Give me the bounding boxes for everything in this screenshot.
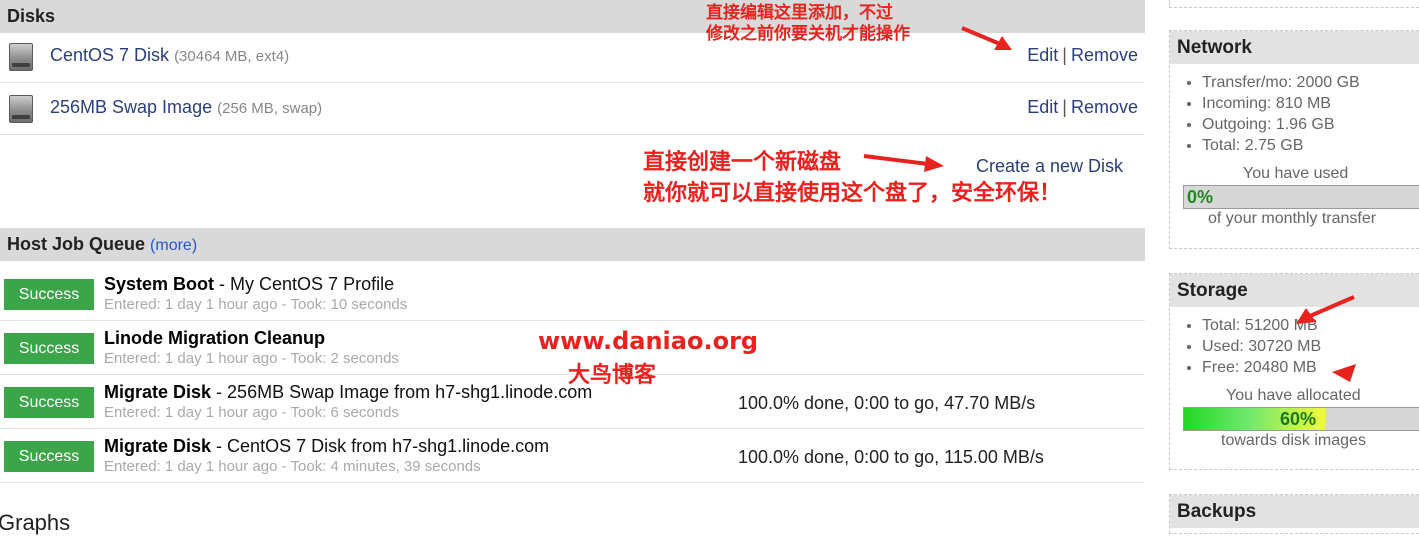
job-text: Linode Migration Cleanup Entered: 1 day … — [104, 328, 399, 367]
annotation-arrow-icon — [863, 154, 944, 172]
job-title-rest: - CentOS 7 Disk from h7-shg1.linode.com — [211, 436, 550, 456]
job-title-bold: Linode Migration Cleanup — [104, 328, 325, 348]
status-badge: Success — [4, 387, 94, 418]
disks-title: Disks — [7, 6, 56, 26]
disk-meta: (256 MB, swap) — [217, 100, 323, 117]
network-caption: of your monthly transfer — [1208, 210, 1377, 227]
sidebar-top-panel — [1169, 0, 1419, 8]
remove-disk-link[interactable]: Remove — [1071, 45, 1138, 65]
job-title: Linode Migration Cleanup — [104, 328, 399, 349]
action-separator: | — [1062, 97, 1067, 117]
transfer-percent: 0% — [1187, 187, 1214, 207]
status-badge: Success — [4, 333, 94, 364]
job-title-rest: - 256MB Swap Image from h7-shg1.linode.c… — [211, 382, 593, 402]
list-item: Incoming: 810 MB — [1202, 93, 1419, 114]
disk-name-link[interactable]: CentOS 7 Disk — [50, 45, 169, 65]
remove-disk-link[interactable]: Remove — [1071, 97, 1138, 117]
job-title-bold: Migrate Disk — [104, 436, 212, 456]
storage-caption: towards disk images — [1221, 432, 1366, 449]
edit-annotation: 直接编辑这里添加，不过 修改之前你要关机才能操作 — [706, 3, 910, 45]
edit-annotation-line1: 直接编辑这里添加，不过 — [706, 3, 893, 23]
status-badge: Success — [4, 279, 94, 310]
job-meta: Entered: 1 day 1 hour ago - Took: 2 seco… — [104, 350, 399, 367]
watermark-name: 大鸟博客 — [568, 362, 657, 388]
job-queue-title: Host Job Queue — [7, 234, 146, 254]
watermark-url: www.daniao.org — [538, 327, 759, 355]
job-row: Success Migrate Disk - CentOS 7 Disk fro… — [0, 429, 1145, 483]
edit-annotation-line2: 修改之前你要关机才能操作 — [706, 24, 910, 44]
job-title: Migrate Disk - 256MB Swap Image from h7-… — [104, 382, 592, 403]
storage-progress-bar: 60% — [1183, 407, 1419, 431]
backups-title: Backups — [1170, 495, 1419, 528]
create-annotation-line2: 就你就可以直接使用这个盘了，安全环保！ — [643, 180, 1062, 206]
list-item: Free: 20480 MB — [1202, 357, 1419, 378]
disk-name-link[interactable]: 256MB Swap Image — [50, 97, 212, 117]
backups-panel: Backups — [1169, 494, 1419, 534]
job-title-bold: Migrate Disk — [104, 382, 212, 402]
job-progress: 100.0% done, 0:00 to go, 115.00 MB/s — [738, 447, 1044, 467]
transfer-progress-bar: 0% — [1183, 185, 1419, 209]
list-item: Total: 2.75 GB — [1202, 135, 1419, 156]
job-row: Success System Boot - My CentOS 7 Profil… — [0, 267, 1145, 321]
create-annotation: 直接创建一个新磁盘 就你就可以直接使用这个盘了，安全环保！ — [643, 147, 1061, 209]
list-item: Transfer/mo: 2000 GB — [1202, 72, 1419, 93]
job-queue-header: Host Job Queue (more) — [0, 228, 1145, 261]
job-title: System Boot - My CentOS 7 Profile — [104, 274, 407, 295]
job-meta: Entered: 1 day 1 hour ago - Took: 4 minu… — [104, 458, 481, 475]
job-progress: 100.0% done, 0:00 to go, 47.70 MB/s — [738, 393, 1036, 413]
disk-meta: (30464 MB, ext4) — [174, 48, 290, 65]
hard-disk-icon — [9, 43, 33, 71]
job-meta: Entered: 1 day 1 hour ago - Took: 6 seco… — [104, 404, 399, 421]
job-text: Migrate Disk - CentOS 7 Disk from h7-shg… — [104, 436, 549, 475]
network-stats: Transfer/mo: 2000 GB Incoming: 810 MB Ou… — [1170, 72, 1419, 156]
edit-disk-link[interactable]: Edit — [1027, 45, 1058, 65]
annotation-arrow-icon — [961, 26, 1012, 50]
network-title: Network — [1170, 31, 1419, 64]
create-annotation-line1: 直接创建一个新磁盘 — [643, 149, 842, 175]
disk-name[interactable]: CentOS 7 Disk (30464 MB, ext4) — [50, 45, 289, 66]
annotation-arrow-icon — [1332, 364, 1356, 382]
job-text: System Boot - My CentOS 7 Profile Entere… — [104, 274, 407, 313]
hard-disk-icon — [9, 95, 33, 123]
list-item: Used: 30720 MB — [1202, 336, 1419, 357]
disk-actions: Edit | Remove — [1027, 45, 1138, 66]
network-used-label: You have used — [1243, 165, 1349, 182]
job-title-bold: System Boot — [104, 274, 215, 294]
job-meta: Entered: 1 day 1 hour ago - Took: 10 sec… — [104, 296, 408, 313]
storage-percent: 60% — [1280, 409, 1317, 429]
job-text: Migrate Disk - 256MB Swap Image from h7-… — [104, 382, 592, 421]
job-title: Migrate Disk - CentOS 7 Disk from h7-shg… — [104, 436, 549, 457]
edit-disk-link[interactable]: Edit — [1027, 97, 1058, 117]
status-badge: Success — [4, 441, 94, 472]
list-item: Outgoing: 1.96 GB — [1202, 114, 1419, 135]
job-title-rest: - My CentOS 7 Profile — [214, 274, 395, 294]
disk-actions: Edit | Remove — [1027, 97, 1138, 118]
storage-alloc-label: You have allocated — [1226, 387, 1361, 404]
action-separator: | — [1062, 45, 1067, 65]
more-jobs-link[interactable]: (more) — [150, 237, 197, 254]
annotation-arrow-icon — [1296, 295, 1355, 324]
disk-row: 256MB Swap Image (256 MB, swap) Edit | Rem… — [0, 83, 1145, 135]
disk-name[interactable]: 256MB Swap Image (256 MB, swap) — [50, 97, 322, 118]
graphs-title: Graphs — [0, 510, 71, 535]
network-panel: Network Transfer/mo: 2000 GB Incoming: 8… — [1169, 30, 1419, 249]
